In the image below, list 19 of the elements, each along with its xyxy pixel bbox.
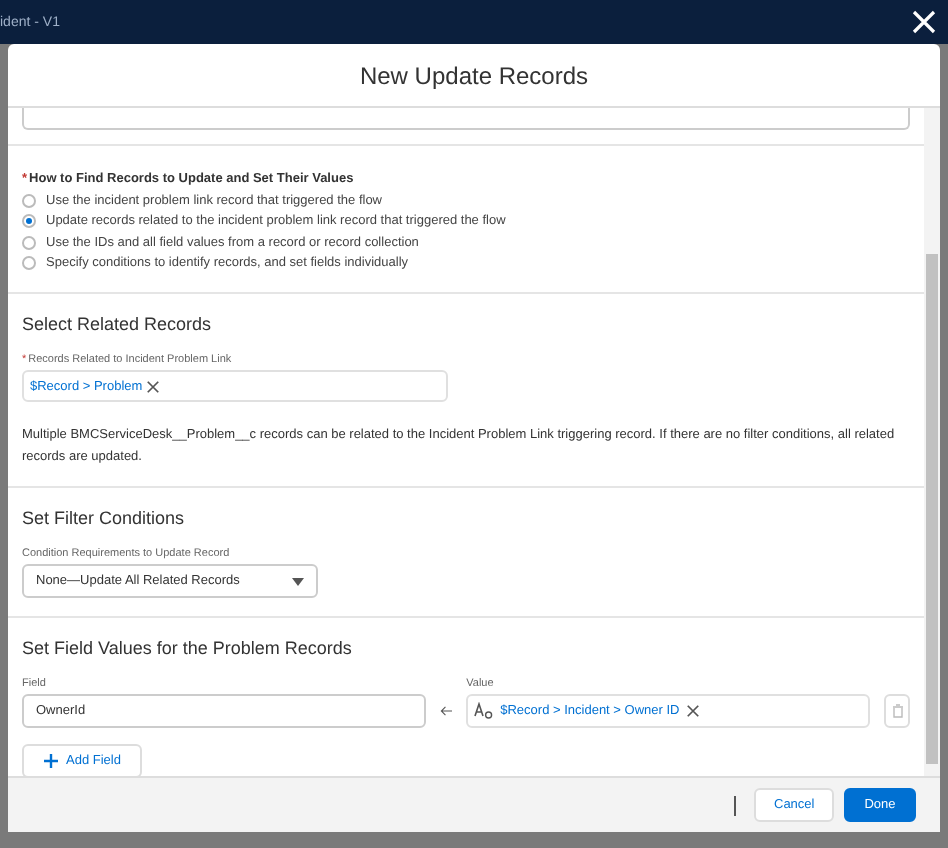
- remove-icon[interactable]: [146, 379, 161, 393]
- radio-button[interactable]: [22, 256, 36, 271]
- text-area[interactable]: [22, 108, 910, 130]
- trash-icon: [891, 704, 904, 718]
- section-heading: Set Filter Conditions: [22, 508, 187, 528]
- remove-icon[interactable]: [685, 704, 700, 718]
- left-arrow-icon: [440, 704, 453, 718]
- scrollbar[interactable]: [924, 108, 940, 776]
- section-heading: Select Related Records: [22, 314, 214, 334]
- radio-button[interactable]: [22, 235, 36, 250]
- plus-icon: [44, 754, 58, 768]
- radio-button[interactable]: [22, 193, 36, 208]
- section-heading: Set Field Values for the Problem Records: [22, 638, 354, 658]
- caret-icon: [292, 577, 304, 585]
- radio-button[interactable]: [22, 214, 36, 229]
- text-type-icon: [474, 702, 495, 720]
- modal-title: New Update Records: [359, 61, 589, 89]
- close-icon[interactable]: [912, 10, 936, 34]
- delete-button[interactable]: [884, 694, 910, 728]
